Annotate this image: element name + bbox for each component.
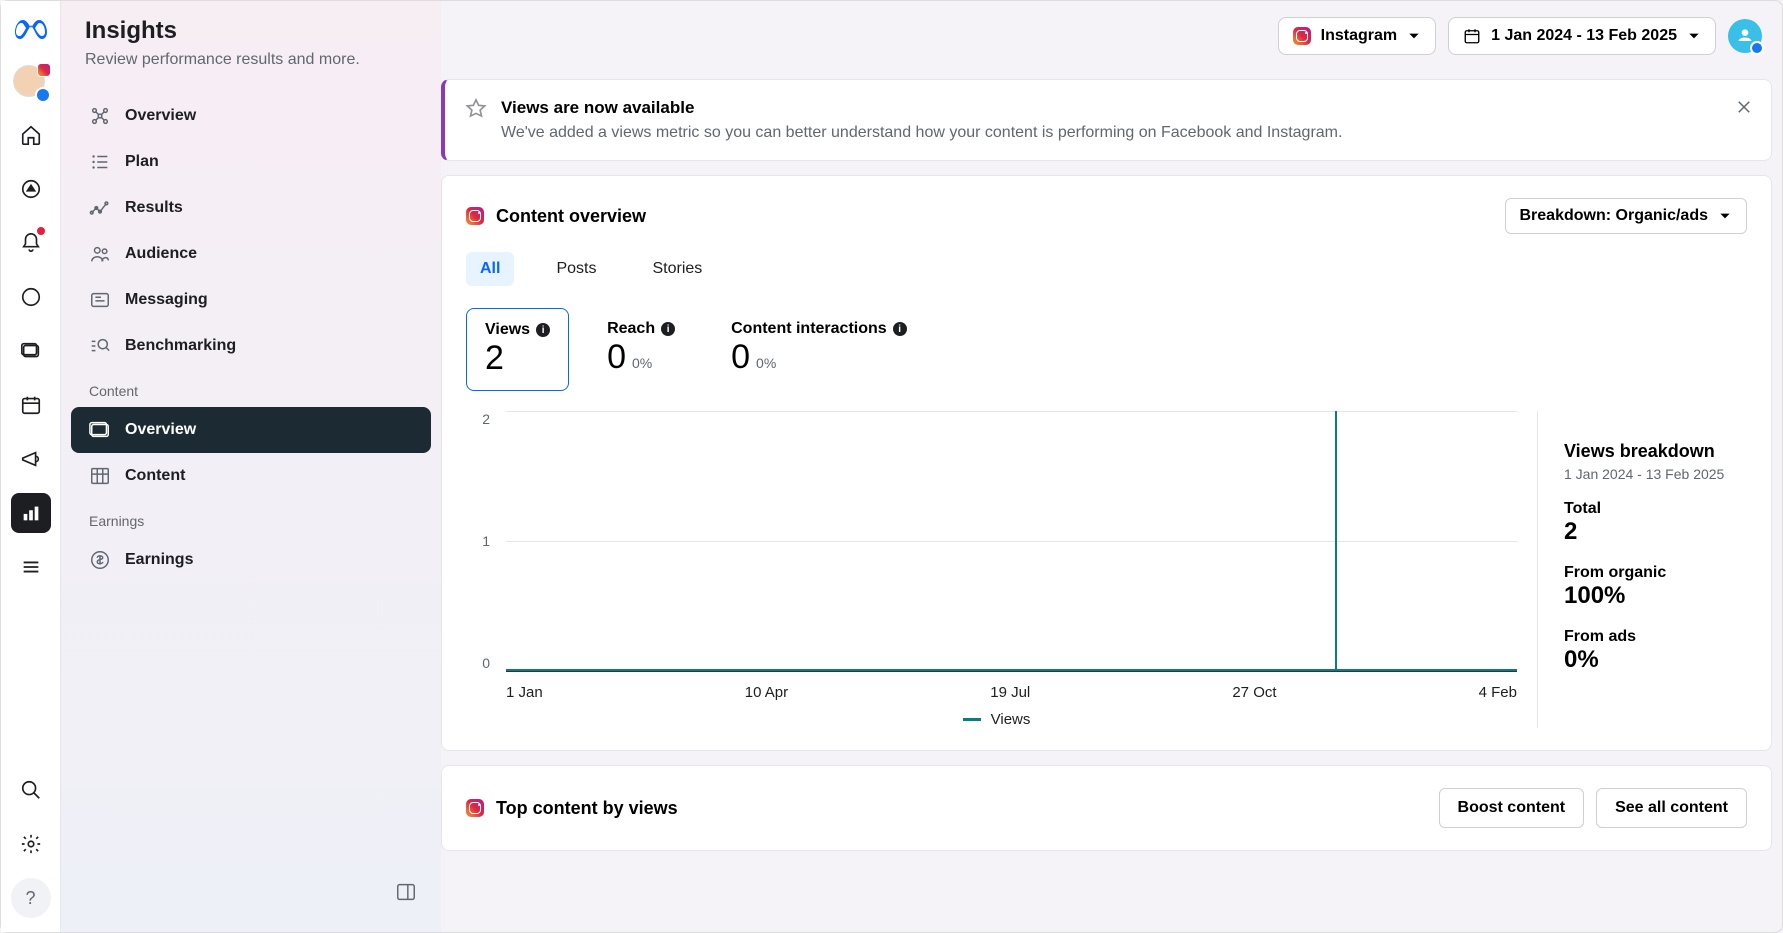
chart-legend: Views bbox=[466, 711, 1527, 728]
banner-text: We've added a views metric so you can be… bbox=[501, 124, 1342, 142]
platform-label: Instagram bbox=[1321, 27, 1397, 45]
sidebar-item-label: Content bbox=[125, 467, 185, 485]
sidebar-item-messaging[interactable]: Messaging bbox=[71, 277, 431, 323]
chart-baseline bbox=[506, 669, 1517, 671]
metric-views[interactable]: Viewsi 2 bbox=[466, 308, 569, 391]
sidebar-item-content[interactable]: Content bbox=[71, 453, 431, 499]
instagram-icon bbox=[466, 207, 484, 225]
sidebar-item-earnings[interactable]: Earnings bbox=[71, 537, 431, 583]
account-avatar[interactable] bbox=[1728, 19, 1762, 53]
page-subtitle: Review performance results and more. bbox=[85, 51, 417, 69]
meta-logo-icon bbox=[13, 15, 49, 51]
rail-planner[interactable] bbox=[11, 385, 51, 425]
metrics-row: Viewsi 2 Reachi 00% Content interactions… bbox=[466, 308, 1747, 391]
banner-close-icon[interactable] bbox=[1735, 98, 1753, 121]
views-breakdown-panel: Views breakdown 1 Jan 2024 - 13 Feb 2025… bbox=[1537, 411, 1747, 728]
caret-down-icon bbox=[1718, 209, 1732, 223]
sidebar-item-label: Plan bbox=[125, 153, 159, 171]
sidebar-item-label: Benchmarking bbox=[125, 337, 236, 355]
info-icon[interactable]: i bbox=[661, 322, 675, 336]
main-content: Instagram 1 Jan 2024 - 13 Feb 2025 Views… bbox=[441, 1, 1782, 932]
content-overview-card: Content overview Breakdown: Organic/ads … bbox=[441, 175, 1772, 751]
y-axis: 2 1 0 bbox=[466, 411, 496, 671]
platform-selector[interactable]: Instagram bbox=[1278, 17, 1436, 55]
rail-settings[interactable] bbox=[11, 824, 51, 864]
rail-ads-mgr[interactable] bbox=[11, 439, 51, 479]
instagram-icon bbox=[1293, 27, 1311, 45]
date-range-label: 1 Jan 2024 - 13 Feb 2025 bbox=[1491, 27, 1677, 45]
sidebar-item-label: Overview bbox=[125, 107, 196, 125]
rail-ads[interactable] bbox=[11, 169, 51, 209]
top-content-card: Top content by views Boost content See a… bbox=[441, 765, 1772, 851]
tab-posts[interactable]: Posts bbox=[542, 252, 610, 286]
tab-stories[interactable]: Stories bbox=[638, 252, 716, 286]
info-icon[interactable]: i bbox=[536, 323, 550, 337]
insights-sidebar: Insights Review performance results and … bbox=[61, 1, 441, 932]
views-chart: 2 1 0 1 Jan 10 Ap bbox=[466, 411, 1527, 711]
rail-home[interactable] bbox=[11, 115, 51, 155]
card-title: Content overview bbox=[496, 206, 646, 227]
rail-menu[interactable] bbox=[11, 547, 51, 587]
sidebar-item-label: Messaging bbox=[125, 291, 208, 309]
sidebar-item-label: Audience bbox=[125, 245, 197, 263]
metric-reach[interactable]: Reachi 00% bbox=[589, 308, 693, 391]
boost-content-button[interactable]: Boost content bbox=[1439, 788, 1585, 828]
tab-all[interactable]: All bbox=[466, 252, 514, 286]
top-bar: Instagram 1 Jan 2024 - 13 Feb 2025 bbox=[441, 1, 1782, 71]
sidebar-item-benchmarking[interactable]: Benchmarking bbox=[71, 323, 431, 369]
sidebar-section-content: Content bbox=[71, 369, 431, 407]
banner-title: Views are now available bbox=[501, 98, 1342, 118]
sidebar-item-content-overview[interactable]: Overview bbox=[71, 407, 431, 453]
content-tabs: All Posts Stories bbox=[466, 252, 1747, 286]
rail-inbox[interactable] bbox=[11, 277, 51, 317]
caret-down-icon bbox=[1407, 29, 1421, 43]
left-rail: ? bbox=[1, 1, 61, 932]
chart-spike bbox=[1335, 411, 1337, 671]
sidebar-item-audience[interactable]: Audience bbox=[71, 231, 431, 277]
breakdown-selector[interactable]: Breakdown: Organic/ads bbox=[1505, 198, 1748, 234]
info-icon[interactable]: i bbox=[893, 322, 907, 336]
sidebar-item-label: Overview bbox=[125, 421, 196, 439]
breakdown-subtitle: 1 Jan 2024 - 13 Feb 2025 bbox=[1564, 466, 1747, 482]
rail-content[interactable] bbox=[11, 331, 51, 371]
x-axis: 1 Jan 10 Apr 19 Jul 27 Oct 4 Feb bbox=[506, 684, 1517, 701]
sidebar-section-earnings: Earnings bbox=[71, 499, 431, 537]
caret-down-icon bbox=[1687, 29, 1701, 43]
star-icon bbox=[465, 98, 487, 120]
rail-insights[interactable] bbox=[11, 493, 51, 533]
sidebar-item-overview[interactable]: Overview bbox=[71, 93, 431, 139]
sidebar-item-label: Results bbox=[125, 199, 183, 217]
page-title: Insights bbox=[85, 17, 417, 45]
rail-help[interactable]: ? bbox=[11, 878, 51, 918]
profile-switcher[interactable] bbox=[13, 65, 49, 101]
date-range-selector[interactable]: 1 Jan 2024 - 13 Feb 2025 bbox=[1448, 17, 1716, 55]
sidebar-item-results[interactable]: Results bbox=[71, 185, 431, 231]
rail-notifications[interactable] bbox=[11, 223, 51, 263]
collapse-sidebar-icon[interactable] bbox=[395, 881, 417, 908]
card-title: Top content by views bbox=[496, 798, 678, 819]
breakdown-label: Breakdown: Organic/ads bbox=[1520, 207, 1709, 225]
sidebar-item-label: Earnings bbox=[125, 551, 193, 569]
sidebar-item-plan[interactable]: Plan bbox=[71, 139, 431, 185]
rail-search[interactable] bbox=[11, 770, 51, 810]
metric-interactions[interactable]: Content interactionsi 00% bbox=[713, 308, 925, 391]
calendar-icon bbox=[1463, 27, 1481, 45]
instagram-icon bbox=[466, 799, 484, 817]
views-available-banner: Views are now available We've added a vi… bbox=[441, 79, 1772, 161]
breakdown-title: Views breakdown bbox=[1564, 441, 1747, 462]
see-all-content-button[interactable]: See all content bbox=[1596, 788, 1747, 828]
